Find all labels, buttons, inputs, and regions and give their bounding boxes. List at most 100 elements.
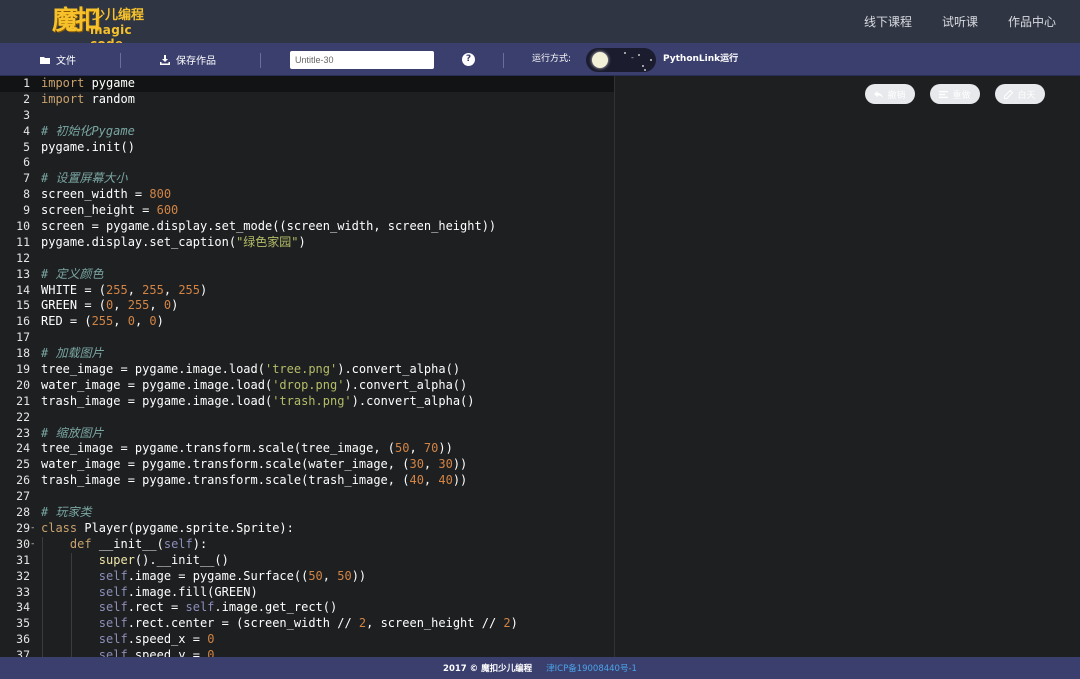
code-line[interactable]: 29- class Player(pygame.sprite.Sprite): bbox=[0, 521, 614, 537]
code-line[interactable]: 13 # 定义颜色 bbox=[0, 267, 614, 283]
code-line[interactable]: 8 screen_width = 800 bbox=[0, 187, 614, 203]
code-line[interactable]: 24 tree_image = pygame.transform.scale(tr… bbox=[0, 441, 614, 457]
code-text: trash_image = pygame.transform.scale(tra… bbox=[41, 473, 467, 489]
code-token: self bbox=[185, 600, 215, 615]
code-token: .image.get_rect() bbox=[214, 600, 338, 615]
code-line[interactable]: 21 trash_image = pygame.image.load('trash… bbox=[0, 394, 614, 410]
code-token: 255 bbox=[127, 298, 150, 313]
file-menu-button[interactable]: 文件 bbox=[40, 43, 76, 76]
fold-toggle-icon[interactable]: - bbox=[30, 537, 38, 553]
code-line[interactable]: 18 # 加载图片 bbox=[0, 346, 614, 362]
code-token: pygame.display.set_caption( bbox=[41, 234, 237, 249]
code-text: water_image = pygame.transform.scale(wat… bbox=[41, 457, 467, 473]
code-line[interactable]: 33 self.image.fill(GREEN) bbox=[0, 584, 614, 601]
code-line[interactable]: 16 RED = (255, 0, 0) bbox=[0, 314, 614, 330]
code-line[interactable]: 3 bbox=[0, 108, 614, 124]
download-icon bbox=[160, 54, 170, 65]
code-token: )) bbox=[452, 473, 468, 488]
nav-offline-courses[interactable]: 线下课程 bbox=[864, 13, 912, 30]
code-line[interactable]: 19 tree_image = pygame.image.load('tree.p… bbox=[0, 362, 614, 378]
star-dot bbox=[644, 69, 646, 71]
code-token: self bbox=[98, 632, 128, 647]
code-line[interactable]: 30- def __init__(self): bbox=[0, 536, 614, 553]
code-line[interactable]: 9 screen_height = 600 bbox=[0, 203, 614, 219]
theme-toggle-button[interactable]: 白天 bbox=[995, 84, 1045, 104]
code-token: .speed_y = bbox=[127, 648, 208, 657]
code-line[interactable]: 27 bbox=[0, 489, 614, 505]
undo-button[interactable]: 撤销 bbox=[865, 84, 915, 104]
code-line[interactable]: 32 self.image = pygame.Surface((50, 50)) bbox=[0, 568, 614, 585]
code-text: def __init__(self): bbox=[41, 537, 207, 553]
line-number: 33 bbox=[16, 584, 30, 599]
code-text: self.rect = self.image.get_rect() bbox=[41, 600, 337, 616]
line-number: 3 bbox=[23, 107, 30, 122]
code-line[interactable]: 1 import pygame bbox=[0, 76, 614, 92]
code-line[interactable]: 11 pygame.display.set_caption("绿色家园") bbox=[0, 235, 614, 251]
code-token: import bbox=[41, 76, 85, 90]
code-line[interactable]: 6 bbox=[0, 155, 614, 171]
run-mode-toggle[interactable]: - bbox=[586, 48, 656, 72]
line-number: 23 bbox=[16, 425, 30, 440]
code-text: class Player(pygame.sprite.Sprite): bbox=[41, 521, 294, 537]
icp-link[interactable]: 津ICP备19008440号-1 bbox=[546, 662, 637, 674]
python-link-run-label[interactable]: PythonLink运行 bbox=[663, 43, 738, 76]
code-line[interactable]: 17 bbox=[0, 330, 614, 346]
code-text: self.speed_y = 0 bbox=[41, 648, 215, 657]
code-token: WHITE = ( bbox=[41, 282, 107, 297]
pencil-icon bbox=[1004, 89, 1014, 99]
code-line[interactable]: 35 self.rect.center = (screen_width // 2… bbox=[0, 616, 614, 633]
line-number: 10 bbox=[16, 219, 30, 234]
line-number: 17 bbox=[16, 330, 30, 345]
code-line[interactable]: 5 pygame.init() bbox=[0, 140, 614, 156]
redo-button[interactable]: 重做 bbox=[930, 84, 980, 104]
code-line[interactable]: 2 import random bbox=[0, 92, 614, 108]
code-token: def bbox=[69, 536, 92, 551]
code-editor[interactable]: 1 import pygame 2 import random 3 4 # 初始化Pygam… bbox=[0, 76, 614, 657]
project-title-input[interactable] bbox=[290, 51, 434, 69]
nav-works-center[interactable]: 作品中心 bbox=[1008, 13, 1056, 30]
code-line[interactable]: 31 super().__init__() bbox=[0, 552, 614, 569]
code-token: 255 bbox=[91, 314, 114, 329]
code-token: , bbox=[409, 441, 424, 456]
indent-guide bbox=[70, 584, 72, 601]
save-work-button[interactable]: 保存作品 bbox=[160, 43, 216, 76]
code-line[interactable]: 4 # 初始化Pygame bbox=[0, 124, 614, 140]
code-line[interactable]: 15 GREEN = (0, 255, 0) bbox=[0, 298, 614, 314]
code-line[interactable]: 12 bbox=[0, 251, 614, 267]
code-token: water_image = pygame.image.load( bbox=[41, 377, 273, 392]
toggle-knob bbox=[592, 52, 608, 68]
line-number: 24 bbox=[16, 441, 30, 456]
fold-toggle-icon[interactable]: - bbox=[30, 521, 38, 537]
code-text: # 设置屏幕大小 bbox=[41, 171, 127, 187]
code-token: GREEN = ( bbox=[41, 298, 107, 313]
code-token: .image.fill(GREEN) bbox=[127, 584, 258, 599]
code-line[interactable]: 7 # 设置屏幕大小 bbox=[0, 171, 614, 187]
line-number: 7 bbox=[23, 171, 30, 186]
nav-trial-class[interactable]: 试听课 bbox=[942, 13, 978, 30]
indent-guide bbox=[70, 616, 72, 633]
logo[interactable]: 魔扣 少儿编程 magic code bbox=[52, 4, 164, 51]
indent-guide bbox=[42, 584, 43, 601]
code-token: .rect.center = (screen_width // bbox=[127, 616, 359, 631]
code-line[interactable]: 23 # 缩放图片 bbox=[0, 426, 614, 442]
code-line[interactable]: 28 # 玩家类 bbox=[0, 505, 614, 521]
code-token: self bbox=[98, 616, 128, 631]
line-number: 22 bbox=[16, 409, 30, 424]
code-lines[interactable]: 1 import pygame 2 import random 3 4 # 初始化Pygam… bbox=[0, 76, 614, 657]
code-token: screen_height = bbox=[41, 203, 157, 218]
code-token: ) bbox=[200, 282, 208, 297]
code-line[interactable]: 20 water_image = pygame.image.load('drop.… bbox=[0, 378, 614, 394]
code-line[interactable]: 10 screen = pygame.display.set_mode((scre… bbox=[0, 219, 614, 235]
code-line[interactable]: 36 self.speed_x = 0 bbox=[0, 632, 614, 649]
code-line[interactable]: 25 water_image = pygame.transform.scale(w… bbox=[0, 457, 614, 473]
code-line[interactable]: 26 trash_image = pygame.transform.scale(t… bbox=[0, 473, 614, 489]
code-line[interactable]: 14 WHITE = (255, 255, 255) bbox=[0, 283, 614, 299]
indent-guide bbox=[42, 552, 43, 569]
code-line[interactable]: 37 self.speed_y = 0 bbox=[0, 648, 614, 657]
code-token: , bbox=[423, 473, 439, 488]
code-line[interactable]: 34 self.rect = self.image.get_rect() bbox=[0, 600, 614, 617]
help-icon[interactable]: ? bbox=[462, 53, 475, 66]
code-text: tree_image = pygame.image.load('tree.png… bbox=[41, 362, 460, 378]
code-token: pygame bbox=[84, 76, 135, 90]
code-line[interactable]: 22 bbox=[0, 410, 614, 426]
